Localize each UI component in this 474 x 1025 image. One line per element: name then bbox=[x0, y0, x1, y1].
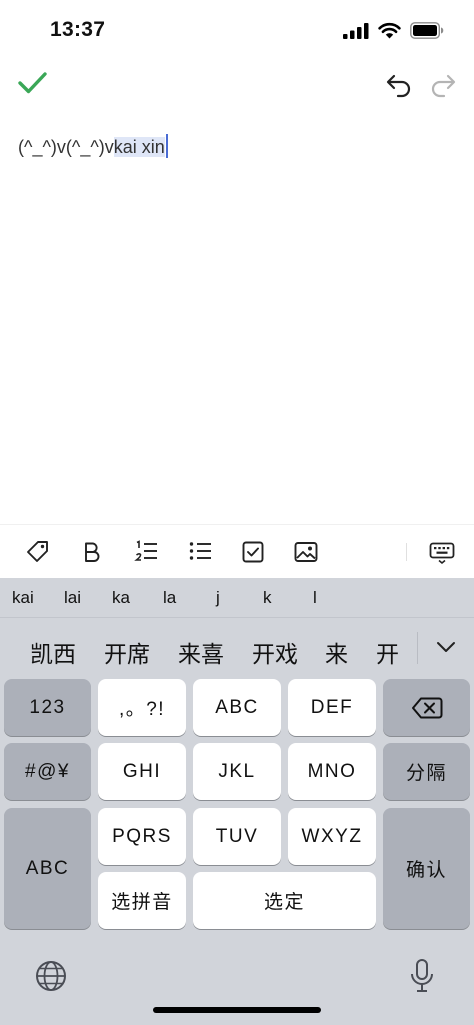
note-editor[interactable]: (^_^)v(^_^)vkai xin bbox=[0, 110, 474, 524]
candidate-word[interactable]: 开戏 bbox=[252, 635, 298, 669]
candidate-bar: 凯西 开席 来喜 开戏 来 开 bbox=[0, 618, 474, 676]
globe-icon bbox=[36, 961, 66, 991]
confirm-key[interactable]: 确认 bbox=[383, 808, 470, 929]
dictation-button[interactable] bbox=[405, 957, 439, 995]
checkmark-icon bbox=[18, 72, 47, 94]
abc-key[interactable]: ABC bbox=[193, 679, 281, 736]
select-pinyin-key[interactable]: 选拼音 bbox=[98, 872, 186, 929]
jkl-key[interactable]: JKL bbox=[193, 743, 281, 800]
pinyin-keyboard: kai lai ka la j k l 凯西 开席 来喜 开戏 来 开 123 … bbox=[0, 578, 474, 1025]
note-text-composing: kai xin bbox=[113, 137, 165, 157]
home-indicator[interactable] bbox=[153, 1007, 321, 1013]
note-text[interactable]: (^_^)v(^_^)vkai xin bbox=[18, 134, 168, 158]
redo-icon bbox=[431, 74, 456, 98]
pinyin-option[interactable]: lai bbox=[64, 588, 81, 608]
status-time: 13:37 bbox=[50, 18, 106, 41]
globe-button[interactable] bbox=[33, 958, 69, 994]
wifi-icon bbox=[378, 22, 401, 39]
note-text-committed: (^_^)v(^_^)v bbox=[18, 137, 114, 157]
pinyin-option[interactable]: kai bbox=[12, 588, 34, 608]
candidate-word[interactable]: 开 bbox=[376, 635, 399, 669]
pqrs-key[interactable]: PQRS bbox=[98, 808, 186, 865]
undo-button[interactable] bbox=[384, 70, 414, 98]
bold-button[interactable] bbox=[78, 538, 106, 566]
abc-switch-key[interactable]: ABC bbox=[4, 808, 91, 929]
done-button[interactable] bbox=[16, 68, 50, 98]
mno-key[interactable]: MNO bbox=[288, 743, 376, 800]
candidate-word[interactable]: 凯西 bbox=[30, 635, 76, 669]
candidate-word[interactable]: 来喜 bbox=[178, 635, 224, 669]
symbols-key[interactable]: #@¥ bbox=[4, 743, 91, 800]
tuv-key[interactable]: TUV bbox=[193, 808, 281, 865]
candidate-word[interactable]: 来 bbox=[325, 635, 348, 669]
expand-candidates-button[interactable] bbox=[430, 632, 462, 662]
tag-icon bbox=[27, 541, 48, 562]
candidate-word[interactable]: 开席 bbox=[104, 635, 150, 669]
formatting-toolbar bbox=[0, 524, 474, 578]
select-key[interactable]: 选定 bbox=[193, 872, 376, 929]
ghi-key[interactable]: GHI bbox=[98, 743, 186, 800]
punctuation-key[interactable]: ,。?! bbox=[98, 679, 186, 736]
chevron-down-icon bbox=[437, 642, 455, 652]
checklist-button[interactable] bbox=[239, 538, 267, 566]
bullet-list-button[interactable] bbox=[186, 538, 214, 566]
wxyz-key[interactable]: WXYZ bbox=[288, 808, 376, 865]
cellular-signal-icon bbox=[343, 22, 369, 39]
image-icon bbox=[294, 542, 318, 562]
candidate-divider bbox=[417, 632, 418, 664]
pinyin-option[interactable]: ka bbox=[112, 588, 130, 608]
pinyin-option[interactable]: la bbox=[163, 588, 176, 608]
def-key[interactable]: DEF bbox=[288, 679, 376, 736]
text-caret bbox=[165, 134, 168, 158]
microphone-icon bbox=[411, 959, 433, 992]
split-key[interactable]: 分隔 bbox=[383, 743, 470, 800]
pinyin-option[interactable]: k bbox=[263, 588, 272, 608]
insert-image-button[interactable] bbox=[292, 538, 320, 566]
bold-icon bbox=[85, 542, 100, 562]
numbered-list-icon bbox=[134, 540, 157, 561]
numbered-list-button[interactable] bbox=[132, 538, 160, 566]
backspace-key[interactable] bbox=[383, 679, 470, 736]
checkbox-icon bbox=[242, 541, 264, 563]
tag-button[interactable] bbox=[24, 538, 52, 566]
pinyin-options-row: kai lai ka la j k l bbox=[0, 578, 474, 618]
editor-top-toolbar bbox=[0, 60, 474, 110]
backspace-icon bbox=[411, 697, 442, 718]
battery-icon bbox=[410, 22, 444, 39]
status-bar: 13:37 bbox=[0, 0, 474, 60]
bullet-list-icon bbox=[189, 542, 211, 560]
numbers-key[interactable]: 123 bbox=[4, 679, 91, 736]
hide-keyboard-button[interactable] bbox=[428, 538, 456, 566]
undo-icon bbox=[386, 74, 411, 98]
pinyin-option[interactable]: l bbox=[313, 588, 317, 608]
redo-button[interactable] bbox=[428, 70, 458, 98]
status-icons bbox=[343, 22, 444, 39]
keyboard-icon bbox=[429, 542, 455, 565]
toolbar-divider bbox=[406, 543, 407, 561]
pinyin-option[interactable]: j bbox=[216, 588, 220, 608]
